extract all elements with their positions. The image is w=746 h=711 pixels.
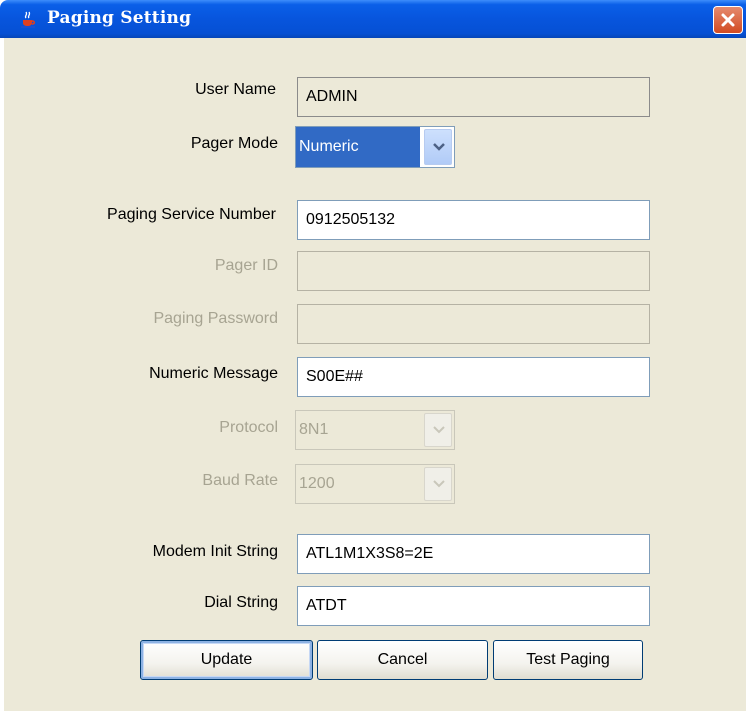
numeric-message-value: S00E##: [306, 368, 363, 385]
protocol-value: 8N1: [299, 421, 329, 438]
title-bar[interactable]: Paging Setting: [0, 0, 746, 38]
modem-init-string-label: Modem Init String: [152, 543, 278, 560]
protocol-dropdown-button: [424, 413, 452, 447]
pager-mode-value: Numeric: [296, 127, 420, 167]
close-button[interactable]: [713, 6, 743, 34]
pager-id-input: [297, 251, 650, 291]
user-name-field: ADMIN: [297, 77, 650, 117]
chevron-down-icon: [433, 143, 445, 151]
paging-service-number-label: Paging Service Number: [107, 206, 276, 223]
window-title: Paging Setting: [47, 8, 192, 28]
dial-string-value: ATDT: [306, 597, 347, 614]
dial-string-label: Dial String: [204, 594, 278, 611]
numeric-message-input[interactable]: S00E##: [297, 357, 650, 397]
pager-mode-dropdown-button[interactable]: [424, 129, 452, 165]
pager-mode-select[interactable]: Numeric: [295, 126, 455, 168]
user-name-value: ADMIN: [306, 88, 358, 105]
update-button[interactable]: Update: [140, 640, 313, 680]
paging-password-input: [297, 304, 650, 344]
java-cup-icon: [21, 11, 35, 28]
test-paging-button[interactable]: Test Paging: [493, 640, 643, 680]
baud-rate-dropdown-button: [424, 467, 452, 501]
user-name-label: User Name: [195, 81, 276, 98]
chevron-down-icon: [433, 426, 445, 434]
paging-service-number-input[interactable]: 0912505132: [297, 200, 650, 240]
paging-password-label: Paging Password: [153, 310, 278, 327]
modem-init-string-value: ATL1M1X3S8=2E: [306, 545, 434, 562]
cancel-button[interactable]: Cancel: [317, 640, 488, 680]
paging-service-number-value: 0912505132: [306, 211, 395, 228]
modem-init-string-input[interactable]: ATL1M1X3S8=2E: [297, 534, 650, 574]
baud-rate-value: 1200: [299, 475, 335, 492]
dial-string-input[interactable]: ATDT: [297, 586, 650, 626]
pager-mode-label: Pager Mode: [190, 135, 278, 152]
close-icon: [721, 13, 735, 27]
chevron-down-icon: [433, 480, 445, 488]
pager-id-label: Pager ID: [214, 257, 278, 274]
protocol-select: 8N1: [295, 410, 455, 450]
protocol-label: Protocol: [219, 419, 278, 436]
baud-rate-select: 1200: [295, 464, 455, 504]
paging-setting-dialog: Paging Setting User Name ADMIN Pager Mod…: [0, 0, 746, 711]
baud-rate-label: Baud Rate: [202, 472, 278, 489]
numeric-message-label: Numeric Message: [149, 365, 278, 382]
